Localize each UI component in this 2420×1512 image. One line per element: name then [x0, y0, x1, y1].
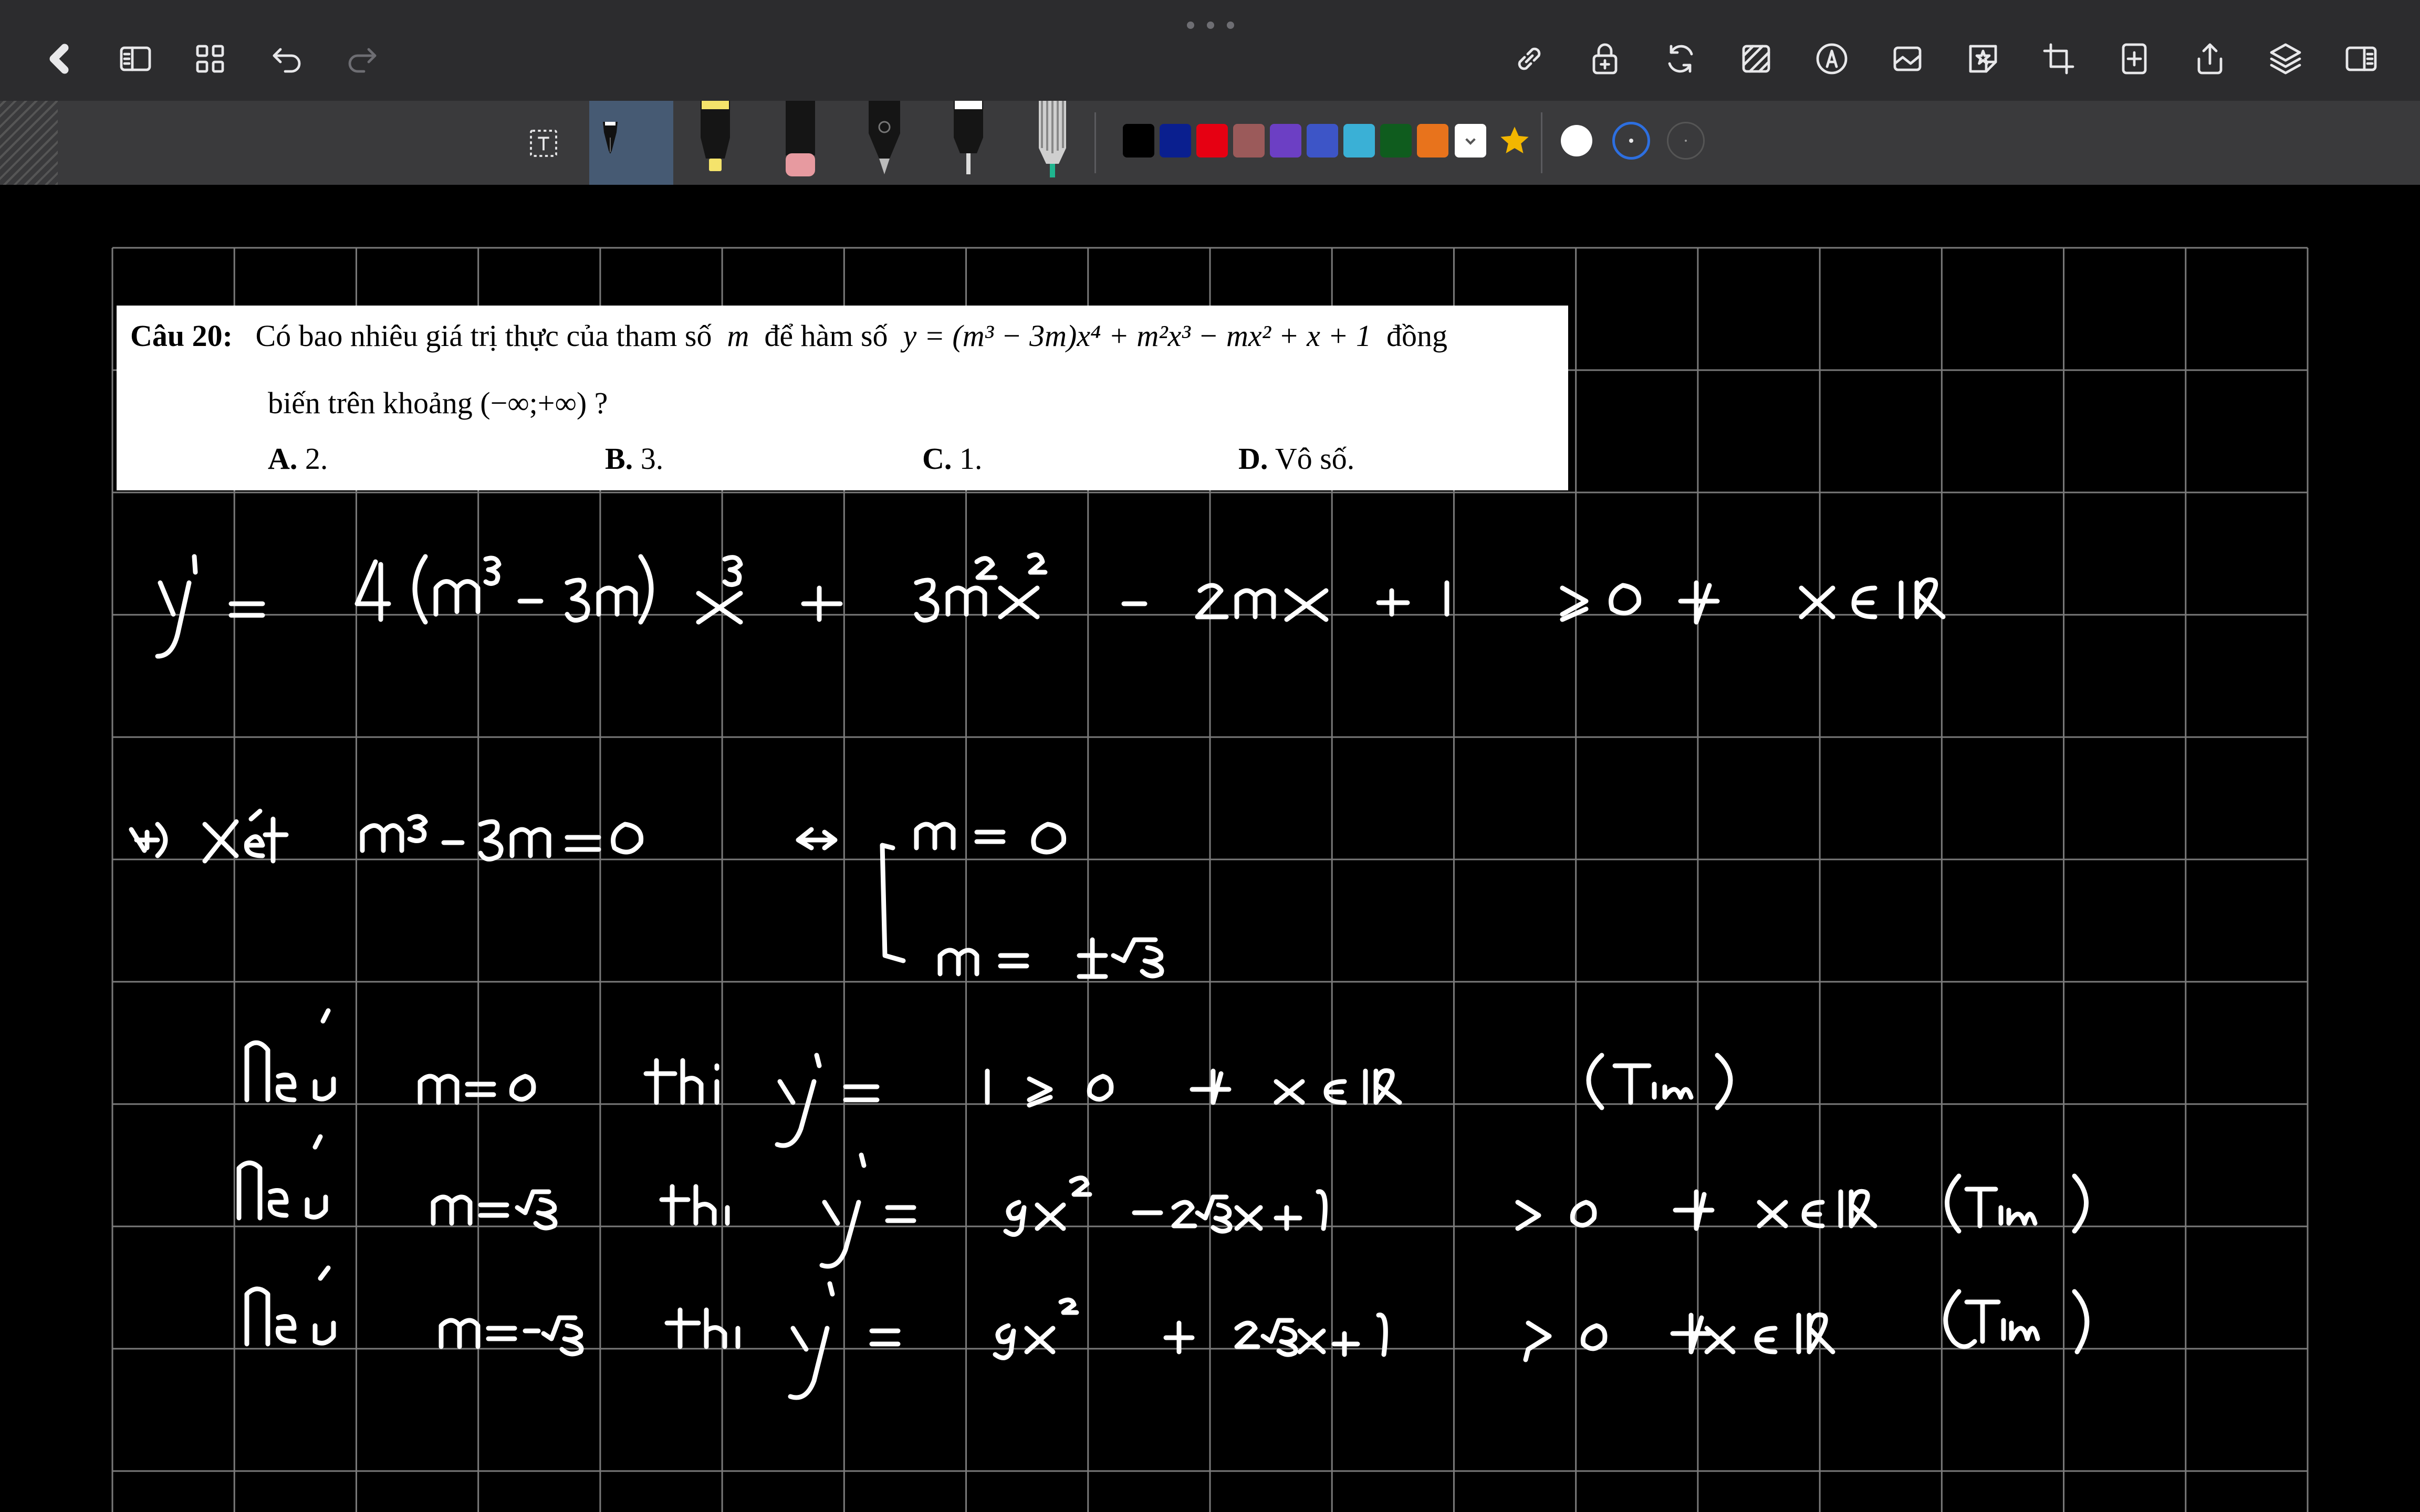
- redo-icon[interactable]: [340, 37, 384, 81]
- color-swatch[interactable]: [1380, 124, 1412, 158]
- handwriting-line-4: [236, 1134, 2089, 1269]
- handwriting-line-5: [244, 1265, 2090, 1400]
- color-swatch[interactable]: [1307, 124, 1338, 158]
- highlighter-tool[interactable]: [694, 101, 736, 185]
- panel-icon[interactable]: [2339, 37, 2383, 81]
- pen-circle-icon[interactable]: [1810, 37, 1854, 81]
- share-icon[interactable]: [2188, 37, 2232, 81]
- fountain-pen-tool[interactable]: [589, 101, 673, 185]
- window-grabber[interactable]: [1187, 20, 1234, 30]
- image-icon[interactable]: [1885, 37, 1929, 81]
- color-swatch[interactable]: [1270, 124, 1301, 158]
- text-tool-icon[interactable]: [525, 125, 562, 162]
- color-swatch[interactable]: [1160, 124, 1191, 158]
- grid-icon[interactable]: [188, 37, 232, 81]
- toolbar-handle[interactable]: [0, 101, 58, 185]
- color-dropdown[interactable]: [1455, 124, 1486, 158]
- fineliner-tool[interactable]: [947, 101, 989, 185]
- color-swatch[interactable]: [1196, 124, 1228, 158]
- handwriting-line-1: [155, 552, 1946, 659]
- stroke-size-small[interactable]: [1667, 122, 1705, 160]
- top-bar: [0, 0, 2420, 101]
- favorite-star-icon[interactable]: [1498, 124, 1531, 158]
- undo-icon[interactable]: [265, 37, 309, 81]
- lock-icon[interactable]: [1583, 37, 1627, 81]
- add-page-icon[interactable]: [2112, 37, 2156, 81]
- crop-icon[interactable]: [2037, 37, 2081, 81]
- marker-tool[interactable]: [1031, 101, 1073, 185]
- color-swatch[interactable]: [1123, 124, 1154, 158]
- stroke-size-medium[interactable]: [1612, 122, 1650, 160]
- brush-pen-tool[interactable]: [863, 101, 905, 185]
- color-swatch[interactable]: [1343, 124, 1375, 158]
- handwriting-line-2: [129, 808, 1164, 979]
- toolbar-divider: [1094, 112, 1096, 173]
- sidebar-icon[interactable]: [113, 37, 158, 81]
- sync-icon[interactable]: [1658, 37, 1703, 81]
- note-canvas[interactable]: Câu 20: Có bao nhiêu giá trị thực của th…: [0, 185, 2420, 1512]
- layers-icon[interactable]: [2263, 37, 2308, 81]
- drawing-toolbar: [0, 101, 2420, 185]
- stroke-size-large[interactable]: [1558, 122, 1595, 160]
- color-swatch[interactable]: [1233, 124, 1265, 158]
- pattern-icon[interactable]: [1734, 37, 1778, 81]
- color-swatch[interactable]: [1417, 124, 1448, 158]
- back-icon[interactable]: [38, 37, 82, 81]
- sticker-icon[interactable]: [1961, 37, 2005, 81]
- handwriting-line-3: [244, 1008, 1733, 1148]
- handwriting-layer: [129, 552, 2090, 1400]
- link-icon[interactable]: [1507, 37, 1551, 81]
- eraser-tool[interactable]: [779, 101, 821, 185]
- toolbar-divider: [1541, 112, 1542, 173]
